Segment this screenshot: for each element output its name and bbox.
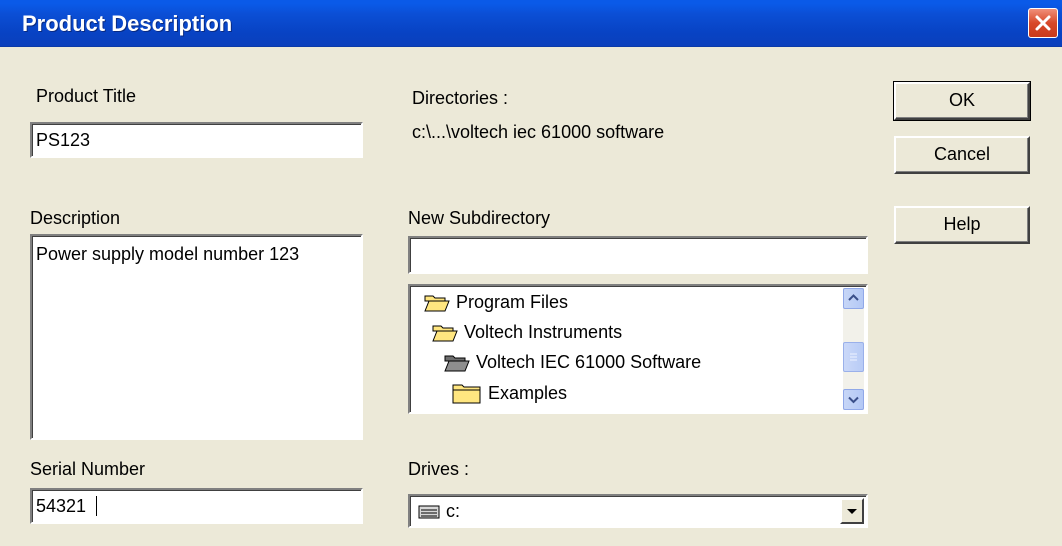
open-folder-icon (432, 325, 458, 341)
title-bar: Product Description (0, 0, 1062, 47)
description-textarea[interactable]: Power supply model number 123 (30, 234, 363, 440)
open-folder-dark-icon (444, 355, 470, 371)
drives-dropdown-button[interactable] (840, 498, 864, 524)
tree-item-voltech-iec-software[interactable]: Voltech IEC 61000 Software (444, 352, 701, 373)
new-subdirectory-input[interactable] (408, 236, 868, 274)
help-button[interactable]: Help (894, 206, 1030, 244)
help-button-label: Help (943, 214, 981, 234)
product-title-label: Product Title (36, 86, 137, 106)
window-title: Product Description (22, 11, 233, 36)
tree-item-label: Voltech IEC 61000 Software (476, 352, 702, 372)
scroll-down-button[interactable] (843, 389, 864, 410)
dropdown-arrow-icon (847, 509, 857, 514)
drives-value: c: (446, 501, 461, 521)
description-value: Power supply model number 123 (36, 244, 300, 264)
tree-item-label: Voltech Instruments (464, 322, 623, 342)
text-cursor (96, 496, 97, 516)
directory-tree[interactable]: Program Files Voltech Instruments Voltec… (408, 284, 868, 414)
tree-item-label: Program Files (456, 292, 569, 312)
tree-scrollbar[interactable] (843, 288, 864, 410)
close-button[interactable] (1028, 8, 1058, 38)
serial-number-label: Serial Number (30, 459, 146, 479)
tree-item-voltech-instruments[interactable]: Voltech Instruments (432, 322, 622, 343)
cancel-button[interactable]: Cancel (894, 136, 1030, 174)
grip-icon (850, 353, 857, 361)
serial-number-value: 54321 (36, 496, 87, 516)
description-label: Description (30, 208, 121, 228)
ok-button[interactable]: OK (893, 81, 1031, 121)
tree-item-examples[interactable]: Examples (452, 382, 567, 404)
directories-path: c:\...\voltech iec 61000 software (412, 122, 665, 142)
directories-label: Directories : (412, 88, 509, 108)
chevron-down-icon (848, 396, 859, 404)
open-folder-icon (424, 295, 450, 311)
tree-item-program-files[interactable]: Program Files (424, 292, 568, 313)
chevron-up-icon (848, 294, 859, 301)
ok-button-label: OK (948, 90, 975, 110)
product-title-value: PS123 (36, 130, 91, 150)
cancel-button-label: Cancel (933, 144, 991, 164)
new-subdirectory-label: New Subdirectory (408, 208, 551, 228)
serial-number-input[interactable]: 54321 (30, 488, 363, 524)
scroll-thumb[interactable] (843, 342, 864, 372)
close-icon (1035, 15, 1051, 31)
drives-combobox[interactable]: c: (408, 494, 868, 528)
drive-icon (418, 505, 440, 519)
scroll-up-button[interactable] (843, 288, 864, 309)
drives-label: Drives : (408, 459, 470, 479)
product-title-input[interactable]: PS123 (30, 122, 363, 158)
closed-folder-icon (452, 384, 481, 404)
tree-item-label: Examples (488, 382, 568, 403)
